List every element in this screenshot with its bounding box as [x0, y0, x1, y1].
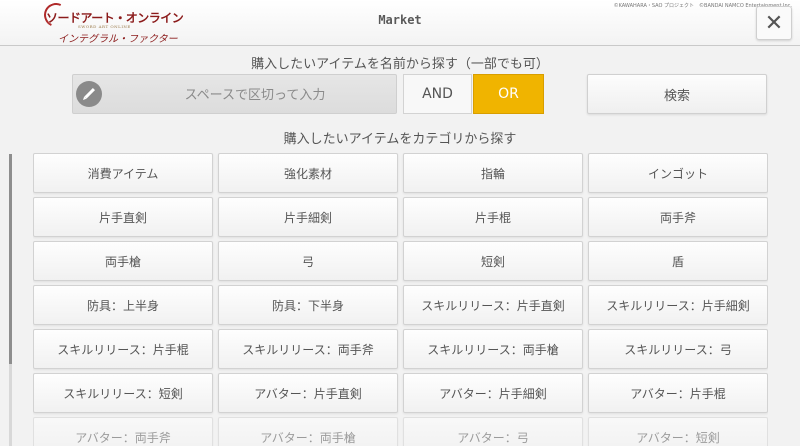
search-input[interactable]: [113, 75, 397, 115]
category-button[interactable]: アバター：両手斧: [33, 417, 213, 446]
category-button[interactable]: スキルリリース：片手棍: [33, 329, 213, 369]
category-button[interactable]: アバター：短剣: [588, 417, 768, 446]
category-button[interactable]: 両手槍: [33, 241, 213, 281]
category-button[interactable]: アバター：片手棍: [588, 373, 768, 413]
name-search-label: 購入したいアイテムを名前から探す（一部でも可）: [251, 57, 549, 72]
pencil-icon: [76, 81, 102, 107]
category-button[interactable]: スキルリリース：両手槍: [403, 329, 583, 369]
scrollbar-thumb[interactable]: [9, 154, 12, 364]
top-bar: ソードアート・オンライン SWORD ART ONLINE インテグラル・ファク…: [0, 0, 800, 46]
category-button[interactable]: 両手斧: [588, 197, 768, 237]
category-button[interactable]: 弓: [218, 241, 398, 281]
category-button[interactable]: 指輪: [403, 153, 583, 193]
or-toggle-button[interactable]: OR: [473, 74, 544, 114]
category-grid: 消費アイテム 強化素材 指輪 インゴット片手直剣 片手細剣 片手棍 両手斧両手槍弓短剣盾防具…: [33, 153, 768, 446]
category-button[interactable]: インゴット: [588, 153, 768, 193]
category-button[interactable]: スキルリリース：短剣: [33, 373, 213, 413]
category-button[interactable]: 片手直剣: [33, 197, 213, 237]
category-button[interactable]: 防具：上半身: [33, 285, 213, 325]
close-icon: ✕: [764, 10, 784, 36]
category-button[interactable]: スキルリリース：片手細剣: [588, 285, 768, 325]
close-button[interactable]: ✕: [756, 6, 792, 40]
category-button[interactable]: アバター：両手槍: [218, 417, 398, 446]
category-button[interactable]: 盾: [588, 241, 768, 281]
category-button[interactable]: スキルリリース：両手斧: [218, 329, 398, 369]
page-title: Market: [378, 13, 422, 27]
and-toggle-button[interactable]: AND: [403, 74, 472, 114]
category-button[interactable]: 片手棍: [403, 197, 583, 237]
category-button[interactable]: 防具：下半身: [218, 285, 398, 325]
logo-script: インテグラル・ファクター: [58, 34, 178, 45]
category-button[interactable]: 消費アイテム: [33, 153, 213, 193]
category-button[interactable]: 片手細剣: [218, 197, 398, 237]
search-button[interactable]: 検索: [587, 74, 767, 114]
category-button[interactable]: アバター：弓: [403, 417, 583, 446]
category-button[interactable]: スキルリリース：片手直剣: [403, 285, 583, 325]
category-button[interactable]: アバター：片手直剣: [218, 373, 398, 413]
category-button[interactable]: 短剣: [403, 241, 583, 281]
category-button[interactable]: 強化素材: [218, 153, 398, 193]
category-search-label: 購入したいアイテムをカテゴリから探す: [283, 132, 517, 147]
category-button[interactable]: アバター：片手細剣: [403, 373, 583, 413]
category-button[interactable]: スキルリリース：弓: [588, 329, 768, 369]
search-box[interactable]: [72, 74, 397, 115]
